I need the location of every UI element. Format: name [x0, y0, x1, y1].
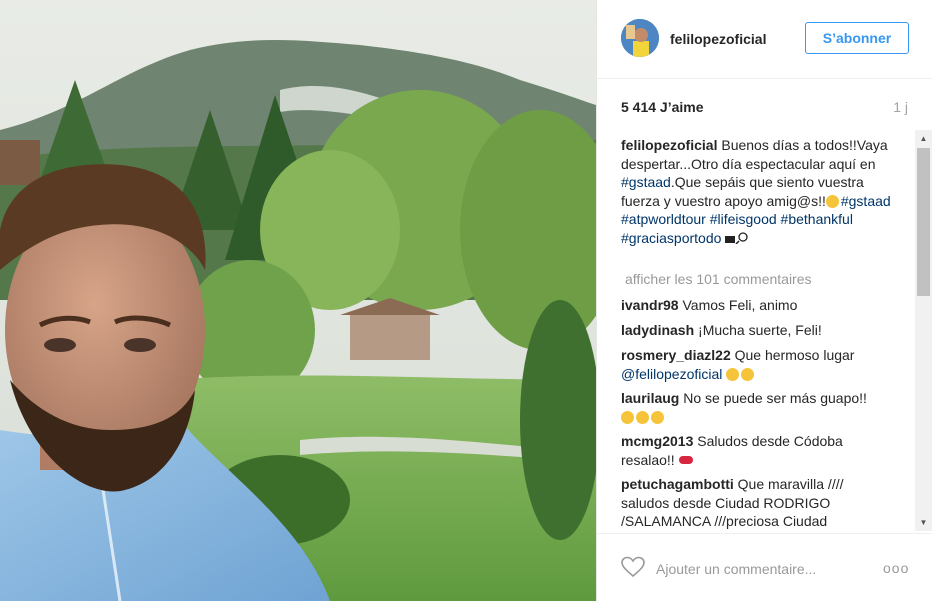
comment-text: No se puede ser más guapo!!	[683, 390, 867, 406]
tennis-emoji-icon	[725, 230, 751, 245]
scroll-down-arrow-icon[interactable]: ▼	[915, 514, 932, 531]
post-side-panel: felilopezoficial S’abonner 5 414 J’aime …	[596, 0, 932, 601]
kiss-emoji-icon	[678, 455, 693, 464]
comment-item: petuchagambotti Que maravilla //// salud…	[621, 475, 891, 531]
comments-list[interactable]: felilopezoficial Buenos días a todos!!Va…	[597, 130, 915, 531]
likes-count[interactable]: 5 414 J’aime	[621, 99, 704, 115]
add-comment-input[interactable]	[656, 559, 876, 579]
scrollbar-thumb[interactable]	[917, 148, 930, 296]
heart-eyes-emoji-icon	[621, 410, 634, 424]
follow-button[interactable]: S’abonner	[805, 22, 909, 54]
comment-username[interactable]: ivandr98	[621, 297, 679, 313]
heart-icon[interactable]	[621, 556, 645, 578]
post-photo[interactable]	[0, 0, 596, 601]
heart-eyes-emoji-icon	[636, 410, 649, 424]
more-options-icon[interactable]: ooo	[883, 560, 909, 576]
smile-emoji-icon	[825, 194, 839, 208]
comment-username[interactable]: rosmery_diazl22	[621, 347, 731, 363]
comment-item: laurilaug No se puede ser más guapo!!	[621, 389, 891, 426]
post-time[interactable]: 1 j	[893, 99, 908, 115]
comment-item: rosmery_diazl22 Que hermoso lugar @felil…	[621, 346, 891, 383]
hashtag-bethankful[interactable]: #bethankful	[781, 211, 853, 227]
post-username[interactable]: felilopezoficial	[670, 31, 766, 47]
comments-scrollbar[interactable]: ▲ ▼	[915, 130, 932, 531]
hashtag-gstaad-2[interactable]: #gstaad	[841, 193, 891, 209]
comment-username[interactable]: mcmg2013	[621, 433, 693, 449]
comment-text: Vamos Feli, animo	[682, 297, 798, 313]
post-caption: felilopezoficial Buenos días a todos!!Va…	[621, 136, 891, 247]
post-header: felilopezoficial S’abonner	[597, 0, 932, 79]
comment-text: Que hermoso lugar	[734, 347, 855, 363]
photo-image	[0, 0, 596, 601]
hashtag-atpworldtour[interactable]: #atpworldtour	[621, 211, 706, 227]
dizzy-emoji-icon	[741, 367, 755, 381]
comment-item: ivandr98 Vamos Feli, animo	[621, 296, 891, 315]
comment-mention[interactable]: @felilopezoficial	[621, 366, 722, 382]
scroll-up-arrow-icon[interactable]: ▲	[915, 130, 932, 147]
comment-username[interactable]: laurilaug	[621, 390, 679, 406]
post-footer: ooo	[597, 533, 932, 602]
comment-item: ladydinash ¡Mucha suerte, Feli!	[621, 321, 891, 340]
avatar[interactable]	[621, 19, 659, 57]
comment-item: mcmg2013 Saludos desde Códoba resalao!!	[621, 432, 891, 469]
avatar-image	[621, 19, 659, 57]
heart-eyes-emoji-icon	[651, 410, 664, 424]
comment-username[interactable]: ladydinash	[621, 322, 694, 338]
dizzy-emoji-icon	[726, 367, 740, 381]
hashtag-lifeisgood[interactable]: #lifeisgood	[710, 211, 777, 227]
comment-text: ¡Mucha suerte, Feli!	[698, 322, 822, 338]
hashtag-gstaad[interactable]: #gstaad	[621, 174, 671, 190]
load-more-comments[interactable]: afficher les 101 commentaires	[625, 271, 812, 287]
caption-username[interactable]: felilopezoficial	[621, 137, 717, 153]
hashtag-graciasportodo[interactable]: #graciasportodo	[621, 230, 721, 246]
comment-username[interactable]: petuchagambotti	[621, 476, 734, 492]
